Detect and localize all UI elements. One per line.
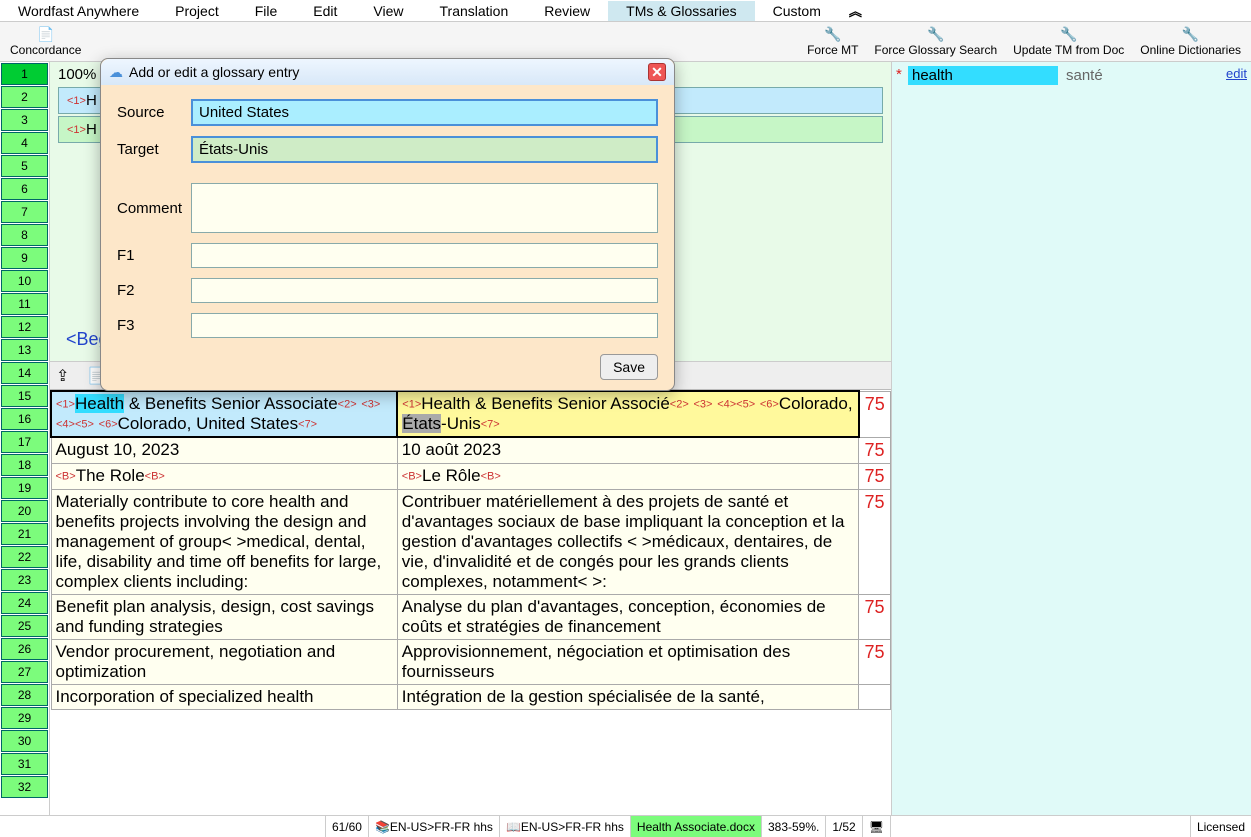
status-license: Licensed [1190, 816, 1251, 837]
segment-rail: 1234567891011121314151617181920212223242… [0, 62, 50, 815]
segment-nav-16[interactable]: 16 [1, 408, 48, 430]
segment-nav-21[interactable]: 21 [1, 523, 48, 545]
table-row[interactable]: August 10, 202310 août 202375 [51, 437, 891, 463]
menubar: Wordfast AnywhereProjectFileEditViewTran… [0, 0, 1251, 22]
tb-force-glossary-search[interactable]: 🔧Force Glossary Search [868, 26, 1003, 58]
translation-grid: <1>Health & Benefits Senior Associate<2>… [50, 390, 891, 815]
glossary-source: health [908, 66, 1058, 85]
f1-label: F1 [117, 247, 191, 264]
segment-nav-13[interactable]: 13 [1, 339, 48, 361]
segment-nav-30[interactable]: 30 [1, 730, 48, 752]
segment-nav-18[interactable]: 18 [1, 454, 48, 476]
segment-nav-25[interactable]: 25 [1, 615, 48, 637]
menu-custom[interactable]: Custom [755, 1, 839, 21]
f3-input[interactable] [191, 313, 658, 338]
segment-nav-23[interactable]: 23 [1, 569, 48, 591]
segment-nav-17[interactable]: 17 [1, 431, 48, 453]
segment-nav-26[interactable]: 26 [1, 638, 48, 660]
status-percent: 383-59%. [761, 816, 825, 837]
tb-concordance[interactable]: 📄Concordance [4, 26, 87, 58]
status-filename[interactable]: Health Associate.docx [630, 816, 761, 837]
table-row[interactable]: Benefit plan analysis, design, cost savi… [51, 594, 891, 639]
ribbon-toolbar: 📄Concordance 🔧Force MT🔧Force Glossary Sea… [0, 22, 1251, 62]
target-label: Target [117, 141, 191, 158]
glossary-target: santé [1058, 66, 1226, 85]
source-input[interactable] [191, 99, 658, 126]
statusbar: 61/60 📚 EN-US>FR-FR hhs 📖 EN-US>FR-FR hh… [0, 815, 1251, 837]
menu-wordfast-anywhere[interactable]: Wordfast Anywhere [0, 1, 157, 21]
segment-nav-24[interactable]: 24 [1, 592, 48, 614]
segment-nav-10[interactable]: 10 [1, 270, 48, 292]
segment-nav-19[interactable]: 19 [1, 477, 48, 499]
status-glossary[interactable]: 📖 EN-US>FR-FR hhs [499, 816, 630, 837]
menu-tms-glossaries[interactable]: TMs & Glossaries [608, 1, 754, 21]
menu-project[interactable]: Project [157, 1, 237, 21]
menu-view[interactable]: View [355, 1, 421, 21]
segment-nav-15[interactable]: 15 [1, 385, 48, 407]
menu-review[interactable]: Review [526, 1, 608, 21]
match-score: 75 [859, 391, 891, 437]
expand-icon[interactable]: ⇪ [56, 366, 69, 386]
save-button[interactable]: Save [600, 354, 658, 380]
collapse-ribbon-icon[interactable]: ︽ [839, 0, 872, 22]
tb-update-tm-from-doc[interactable]: 🔧Update TM from Doc [1007, 26, 1130, 58]
cloud-icon: ☁ [109, 64, 123, 81]
segment-nav-14[interactable]: 14 [1, 362, 48, 384]
f2-label: F2 [117, 282, 191, 299]
segment-nav-12[interactable]: 12 [1, 316, 48, 338]
match-score [859, 684, 891, 709]
segment-nav-27[interactable]: 27 [1, 661, 48, 683]
segment-nav-7[interactable]: 7 [1, 201, 48, 223]
table-row[interactable]: Materially contribute to core health and… [51, 489, 891, 594]
source-label: Source [117, 104, 191, 121]
f3-label: F3 [117, 317, 191, 334]
glossary-marker-icon: * [896, 66, 908, 83]
match-score: 75 [859, 594, 891, 639]
segment-nav-5[interactable]: 5 [1, 155, 48, 177]
segment-nav-20[interactable]: 20 [1, 500, 48, 522]
tb-force-mt[interactable]: 🔧Force MT [801, 26, 864, 58]
dialog-title: Add or edit a glossary entry [129, 64, 299, 80]
dialog-titlebar[interactable]: ☁ Add or edit a glossary entry ✕ [101, 59, 674, 85]
tb-online-dictionaries[interactable]: 🔧Online Dictionaries [1134, 26, 1247, 58]
glossary-entry[interactable]: * health santé edit [896, 66, 1247, 85]
menu-file[interactable]: File [237, 1, 296, 21]
glossary-edit-link[interactable]: edit [1226, 66, 1247, 81]
match-score: 75 [859, 437, 891, 463]
segment-nav-22[interactable]: 22 [1, 546, 48, 568]
status-display-icon[interactable]: 🖥 [862, 816, 890, 837]
segment-nav-9[interactable]: 9 [1, 247, 48, 269]
table-row[interactable]: Vendor procurement, negotiation and opti… [51, 639, 891, 684]
menu-translation[interactable]: Translation [422, 1, 527, 21]
segment-nav-1[interactable]: 1 [1, 63, 48, 85]
match-score: 75 [859, 489, 891, 594]
status-segpos: 61/60 [325, 816, 368, 837]
f2-input[interactable] [191, 278, 658, 303]
f1-input[interactable] [191, 243, 658, 268]
glossary-panel: * health santé edit [891, 62, 1251, 815]
status-page: 1/52 [825, 816, 861, 837]
segment-nav-2[interactable]: 2 [1, 86, 48, 108]
table-row[interactable]: <B>The Role<B><B>Le Rôle<B>75 [51, 463, 891, 489]
match-score: 75 [859, 639, 891, 684]
segment-nav-4[interactable]: 4 [1, 132, 48, 154]
segment-nav-29[interactable]: 29 [1, 707, 48, 729]
segment-nav-32[interactable]: 32 [1, 776, 48, 798]
glossary-dialog: ☁ Add or edit a glossary entry ✕ Source … [100, 58, 675, 391]
segment-nav-6[interactable]: 6 [1, 178, 48, 200]
table-row[interactable]: Incorporation of specialized healthIntég… [51, 684, 891, 709]
segment-nav-11[interactable]: 11 [1, 293, 48, 315]
close-icon[interactable]: ✕ [648, 63, 666, 81]
status-tm[interactable]: 📚 EN-US>FR-FR hhs [368, 816, 499, 837]
match-score: 75 [859, 463, 891, 489]
table-row[interactable]: <1>Health & Benefits Senior Associate<2>… [51, 391, 891, 437]
comment-label: Comment [117, 200, 191, 217]
target-input[interactable] [191, 136, 658, 163]
segment-nav-3[interactable]: 3 [1, 109, 48, 131]
segment-nav-31[interactable]: 31 [1, 753, 48, 775]
segment-nav-8[interactable]: 8 [1, 224, 48, 246]
comment-input[interactable] [191, 183, 658, 233]
menu-edit[interactable]: Edit [295, 1, 355, 21]
segment-nav-28[interactable]: 28 [1, 684, 48, 706]
